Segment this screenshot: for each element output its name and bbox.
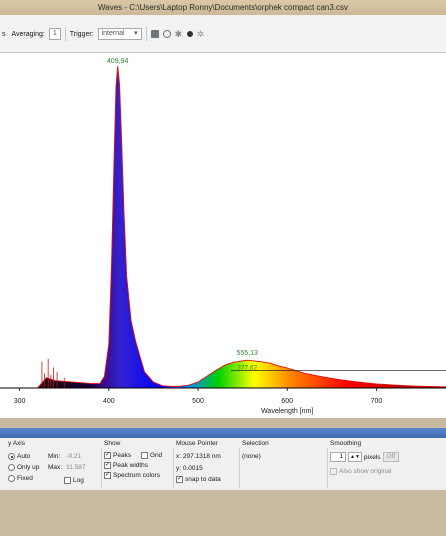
spectrum-colors-option[interactable]: ✓ Spectrum colors: [104, 472, 160, 479]
snap-checkbox[interactable]: ✓: [176, 476, 183, 483]
snap-to-data-option[interactable]: ✓ snap to data: [176, 476, 221, 483]
selection-group: Selection (none): [239, 440, 322, 490]
smoothing-group: Smoothing 1 ▲▼ pixels Off Also show orig…: [327, 440, 420, 490]
grid-checkbox[interactable]: [141, 452, 148, 459]
averaging-label: Averaging:: [11, 30, 45, 38]
also-show-original-option[interactable]: Also show original: [330, 468, 391, 475]
toolbar-separator-2: [145, 27, 147, 41]
y-min-row: Min: -0.21: [48, 453, 81, 460]
selection-value: (none): [242, 453, 261, 460]
record-icon[interactable]: [162, 30, 171, 38]
peak-width-label: 377,62: [237, 364, 257, 371]
unit-suffix: s: [2, 30, 6, 38]
spectrum-colors-label: Spectrum colors: [113, 472, 160, 479]
y-max-value[interactable]: 11.587: [66, 464, 85, 471]
peak-label: 409,94: [107, 58, 129, 65]
chevron-down-icon: ▾: [134, 30, 138, 37]
toolbar-separator: [64, 27, 66, 41]
averaging-input[interactable]: 1: [48, 28, 61, 40]
fixed-radio[interactable]: [8, 475, 15, 482]
x-tick-label: 300: [14, 398, 26, 405]
smoothing-row: 1 ▲▼ pixels Off: [330, 452, 400, 462]
x-tick-label: 700: [371, 398, 383, 405]
group-border: [173, 448, 174, 488]
fixed-label: Fixed: [17, 475, 33, 482]
spectrum-chart: 300 400 500 600 700 Wavelength [nm] 409,94 555,…: [0, 58, 446, 415]
mouse-pointer-group: Mouse Pointer x: 297.1318 nm y: 0.0015 ✓…: [173, 440, 234, 490]
save-icon[interactable]: [150, 30, 159, 38]
grid-label: Grid: [150, 452, 163, 459]
log-option[interactable]: Log: [64, 477, 84, 484]
group-border: [101, 448, 102, 488]
window-title-bar: Waves - C:\Users\Laptop Ronny\Documents\…: [0, 0, 446, 15]
show-group: Show ✓ Peaks Grid ✓ Peak widths ✓ Spectr…: [101, 440, 170, 490]
group-border: [327, 448, 328, 488]
y-axis-title: y Axis: [8, 440, 25, 447]
mouse-x-readout: x: 297.1318 nm: [176, 453, 221, 460]
snap-label: snap to data: [185, 476, 221, 483]
y-axis-only-up-option[interactable]: Only up: [8, 464, 39, 471]
auto-label: Auto: [17, 453, 31, 460]
panel-divider-bar: [0, 428, 446, 438]
also-show-original-label: Also show original: [339, 468, 392, 475]
peaks-option[interactable]: ✓ Peaks: [104, 452, 131, 459]
only-up-label: Only up: [17, 464, 40, 471]
spectrum-fill: [37, 66, 446, 388]
spectrum-plot[interactable]: 300 400 500 600 700 Wavelength [nm] 409,94 555,…: [0, 53, 446, 418]
only-up-radio[interactable]: [8, 464, 15, 471]
spectrum-line: [37, 65, 446, 389]
gear-icon[interactable]: ✱: [175, 30, 183, 39]
peak-widths-checkbox[interactable]: ✓: [104, 462, 111, 469]
y-max-row: Max: 11.587: [48, 464, 86, 471]
trigger-select[interactable]: internal ▾: [97, 28, 142, 40]
y-min-label: Min:: [48, 453, 61, 460]
control-panel: y Axis Auto Only up Fixed Min: -0.21 Max…: [0, 438, 446, 490]
grid-option[interactable]: Grid: [141, 452, 162, 459]
smoothing-off-button[interactable]: Off: [382, 452, 400, 462]
also-show-original-checkbox[interactable]: [330, 468, 337, 475]
spectrum-colors-checkbox[interactable]: ✓: [104, 472, 111, 479]
mouse-pointer-title: Mouse Pointer: [176, 440, 218, 447]
peak-widths-option[interactable]: ✓ Peak widths: [104, 462, 148, 469]
log-checkbox[interactable]: [64, 477, 71, 484]
smoothing-unit: pixels: [363, 453, 381, 461]
mouse-y-readout: y: 0.0015: [176, 465, 203, 472]
smoothing-title: Smoothing: [330, 440, 362, 447]
peak-widths-label: Peak widths: [113, 462, 149, 469]
toolbar-row: s Averaging: 1 Trigger: internal ▾ ✱ ✲: [2, 27, 205, 41]
trigger-label: Trigger:: [69, 30, 94, 38]
x-tick-label: 600: [281, 398, 293, 405]
y-axis-auto-option[interactable]: Auto: [8, 453, 30, 460]
y-axis-fixed-option[interactable]: Fixed: [8, 475, 33, 482]
y-axis-group: y Axis Auto Only up Fixed Min: -0.21 Max…: [8, 440, 96, 490]
y-min-value[interactable]: -0.21: [66, 453, 81, 460]
show-title: Show: [104, 440, 121, 447]
smoothing-spinner[interactable]: ▲▼: [348, 452, 362, 462]
smoothing-input[interactable]: 1: [330, 452, 346, 462]
status-area: [0, 490, 446, 536]
selection-title: Selection: [242, 440, 269, 447]
toolbar: s Averaging: 1 Trigger: internal ▾ ✱ ✲: [0, 15, 446, 53]
trigger-select-value: internal: [101, 30, 125, 37]
y-max-label: Max:: [48, 464, 63, 471]
window-title: Waves - C:\Users\Laptop Ronny\Documents\…: [97, 3, 349, 12]
peak-label: 555,13: [236, 350, 258, 357]
peaks-label: Peaks: [113, 452, 132, 459]
group-border: [239, 448, 240, 488]
x-tick-label: 500: [192, 398, 204, 405]
peaks-checkbox[interactable]: ✓: [104, 452, 111, 459]
settings-icon[interactable]: ✲: [197, 30, 205, 39]
x-axis-label: Wavelength [nm]: [261, 408, 313, 415]
x-tick-label: 400: [103, 398, 115, 405]
log-label: Log: [73, 477, 84, 484]
dot-icon[interactable]: [186, 31, 193, 37]
auto-radio[interactable]: [8, 453, 15, 460]
